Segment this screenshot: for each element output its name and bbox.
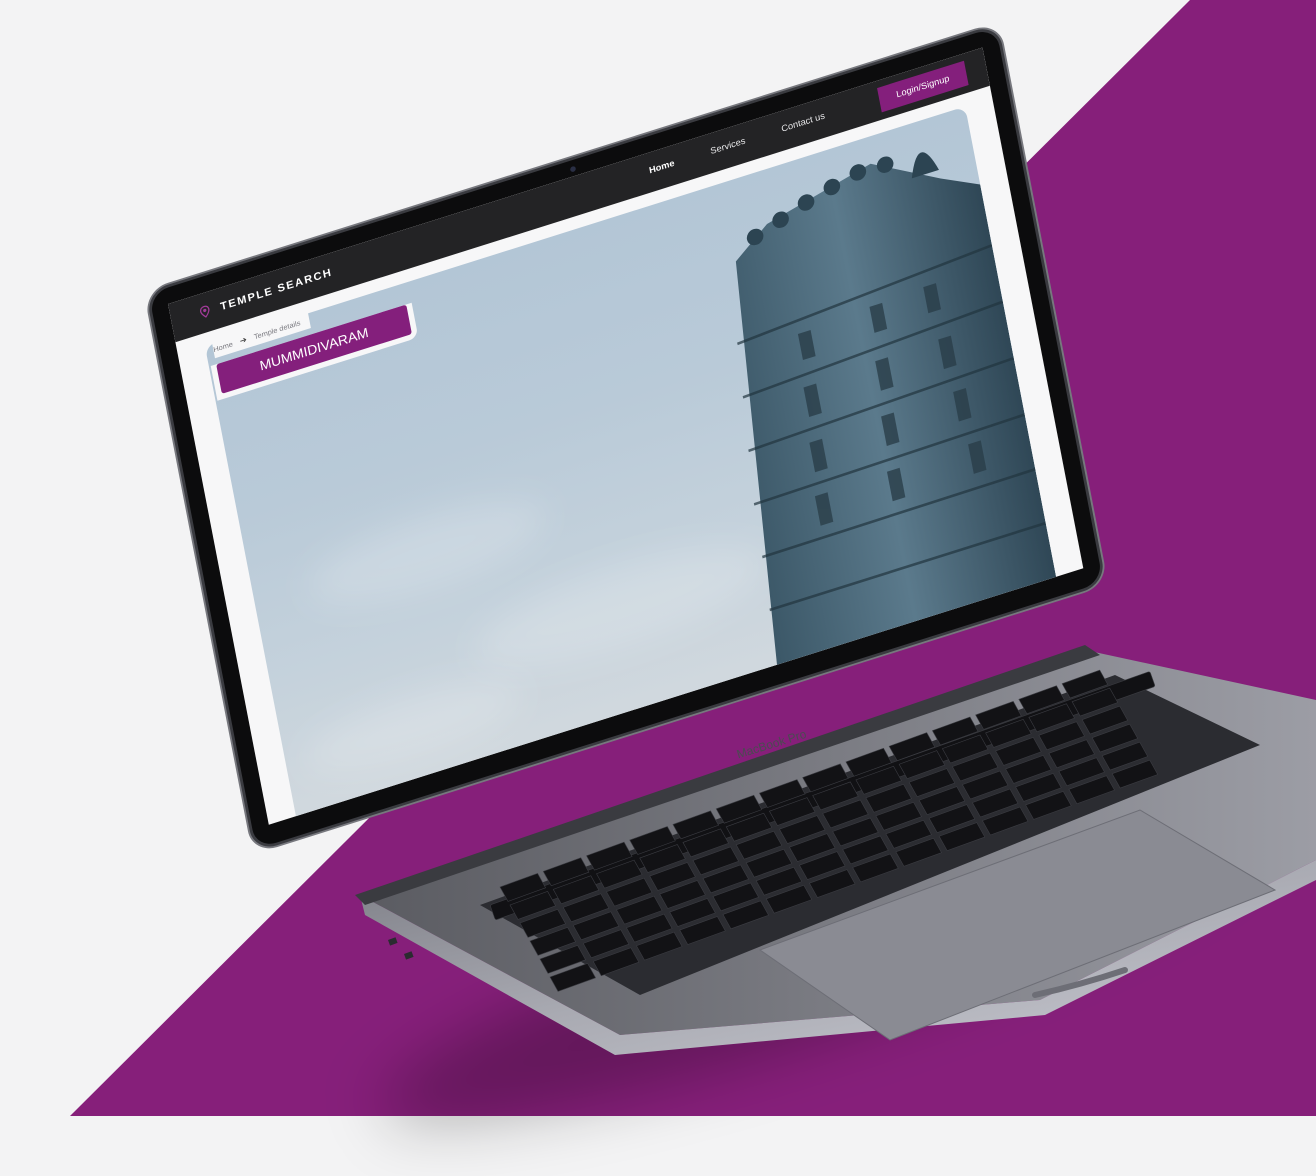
nav-link-home[interactable]: Home [648,159,675,176]
cloud [302,480,552,624]
breadcrumb-home[interactable]: Home [213,340,234,354]
nav-link-contact[interactable]: Contact us [781,111,826,134]
location-pin-icon [199,305,210,318]
nav-link-services[interactable]: Services [710,136,747,156]
arrow-right-icon: ➔ [239,334,248,346]
